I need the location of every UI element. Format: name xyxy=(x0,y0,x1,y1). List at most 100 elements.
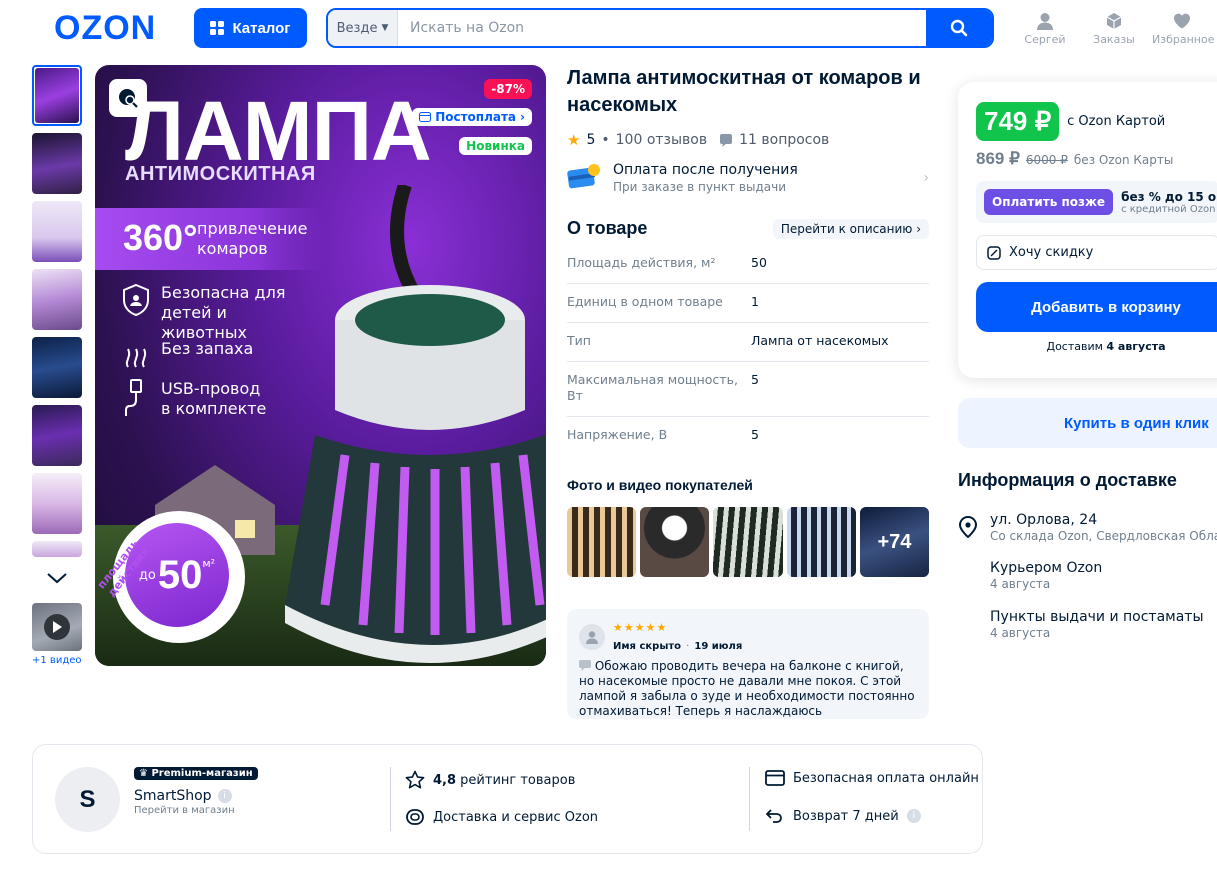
seller-rating: 4,8 рейтинг товаров xyxy=(405,770,575,790)
crown-icon: ♛ xyxy=(139,768,148,779)
reviews-link[interactable]: 100 отзывов xyxy=(616,132,707,148)
add-to-cart-button[interactable]: Добавить в корзину xyxy=(976,282,1217,332)
thumbnail[interactable] xyxy=(32,65,82,126)
seller-service: Доставка и сервис Ozon xyxy=(405,807,598,827)
price-with-card-label[interactable]: с Ozon Картой xyxy=(1067,114,1165,129)
buy-card: 749 ₽ с Ozon Картой 869 ₽ 6000 ₽ без Ozo… xyxy=(958,82,1217,378)
ugc-photo[interactable] xyxy=(567,507,637,577)
review-date: 19 июля xyxy=(694,641,743,652)
header-orders-label: Заказы xyxy=(1093,33,1135,46)
video-count[interactable]: +1 видео xyxy=(32,655,92,666)
spec-key: Площадь действия, м² xyxy=(567,255,716,270)
thumbnails-scroll-down[interactable] xyxy=(32,567,82,589)
seller-card: S ♛ Premium-магазин SmartShop i Перейти … xyxy=(32,744,983,854)
spec-value: 1 xyxy=(751,294,759,309)
thumbnail[interactable] xyxy=(32,473,82,534)
spec-row: Максимальная мощность, Вт 5 xyxy=(567,362,929,417)
spec-row: Тип Лампа от насекомых xyxy=(567,323,929,362)
pay-later-block: Оплатить позже без % до 15 окт с кредитн… xyxy=(976,181,1217,223)
info-icon[interactable]: i xyxy=(217,789,232,803)
steam-icon xyxy=(125,348,147,368)
catalog-button[interactable]: Каталог xyxy=(194,8,307,48)
info-icon[interactable]: i xyxy=(906,809,921,823)
seller-name[interactable]: SmartShop i xyxy=(134,788,232,804)
ugc-photo[interactable] xyxy=(786,507,856,577)
spec-row: Единиц в одном товаре 1 xyxy=(567,284,929,323)
review-text-content: Обожаю проводить вечера на балконе с кни… xyxy=(579,659,915,718)
thumbnail[interactable] xyxy=(32,269,82,330)
delivery-pickup[interactable]: Пункты выдачи и постаматы 4 августа xyxy=(990,609,1204,640)
postpay-badge[interactable]: Постоплата › xyxy=(412,108,532,126)
thumbnail[interactable] xyxy=(32,201,82,262)
heart-icon xyxy=(1174,13,1190,29)
search-input[interactable] xyxy=(398,10,926,46)
thumbnail-list: +1 видео xyxy=(32,65,84,666)
delivery-address[interactable]: ул. Орлова, 24 Со склада Ozon, Свердловс… xyxy=(990,512,1217,543)
go-to-store-link[interactable]: Перейти в магазин xyxy=(134,805,235,816)
seller-rating-label: рейтинг товаров xyxy=(460,772,576,788)
credit-card-icon xyxy=(765,770,785,786)
thumbnail[interactable] xyxy=(32,405,82,466)
pay-later-button[interactable]: Оплатить позже xyxy=(984,189,1114,215)
questions-link[interactable]: 11 вопросов xyxy=(739,132,829,148)
premium-badge: ♛ Premium-магазин xyxy=(134,767,258,780)
area-value: 50 xyxy=(157,552,203,597)
degree-text: привлечение комаров xyxy=(197,219,308,258)
delivery-courier[interactable]: Курьером Ozon 4 августа xyxy=(990,560,1102,591)
rating-value[interactable]: 5 xyxy=(586,132,595,148)
delivery-address-sub: Со склада Ozon, Свердловская Облас xyxy=(990,529,1217,543)
postpay-badge-label: Постоплата xyxy=(435,110,517,124)
chevron-down-icon xyxy=(47,573,67,584)
payment-title: Оплата после получения xyxy=(613,162,798,178)
video-thumbnail[interactable] xyxy=(32,603,82,651)
feature-usb-text: USB-провод в комплекте xyxy=(161,379,267,418)
spec-value: 5 xyxy=(751,427,759,442)
location-pin-icon xyxy=(958,516,978,538)
shield-icon xyxy=(123,283,149,317)
spec-list: Площадь действия, м² 50 Единиц в одном то… xyxy=(567,245,929,455)
return-policy: Возврат 7 дней i xyxy=(765,807,921,825)
about-header: О товаре Перейти к описанию › xyxy=(567,218,929,239)
user-icon xyxy=(1037,13,1053,30)
new-badge: Новинка xyxy=(459,137,532,155)
thumbnail[interactable] xyxy=(32,337,82,398)
spec-key: Напряжение, В xyxy=(567,427,668,442)
feature-safe-text: Безопасна для детей и животных xyxy=(161,283,286,342)
feature-usb: USB-провод в комплекте xyxy=(121,379,271,419)
ozon-logo[interactable]: OZON xyxy=(54,9,156,48)
review-card[interactable]: ★★★★★ Имя скрыто · 19 июля Обожаю провод… xyxy=(567,609,929,719)
go-to-description-link[interactable]: Перейти к описанию › xyxy=(772,218,929,239)
grid-icon xyxy=(210,21,225,35)
header-profile[interactable]: Сергей xyxy=(1015,12,1075,46)
chevron-right-icon: › xyxy=(923,170,929,186)
star-icon: ★ xyxy=(567,131,581,149)
thumbnail[interactable] xyxy=(32,541,82,557)
payment-after-delivery[interactable]: Оплата после получения При заказе в пунк… xyxy=(567,162,929,194)
ugc-photo[interactable] xyxy=(640,507,710,577)
catalog-label: Каталог xyxy=(232,19,291,37)
want-discount-button[interactable]: Хочу скидку xyxy=(976,235,1217,270)
delivery-address-text: ул. Орлова, 24 xyxy=(990,512,1098,528)
delivery-info-title: Информация о доставке xyxy=(958,470,1177,490)
box-icon xyxy=(1106,13,1122,29)
buy-one-click-button[interactable]: Купить в один клик xyxy=(958,398,1217,448)
search-scope-select[interactable]: Везде ▼ xyxy=(328,10,398,46)
spec-value: Лампа от насекомых xyxy=(751,333,889,348)
seller-service-text: Доставка и сервис Ozon xyxy=(433,809,599,825)
want-discount-label: Хочу скидку xyxy=(1009,245,1094,260)
seller-avatar[interactable]: S xyxy=(55,767,120,832)
main-product-image[interactable]: ЛАМПА АНТИМОСКИТНАЯ -87% Постоплата › Но… xyxy=(95,65,546,666)
secure-payment-text: Безопасная оплата онлайн xyxy=(793,770,979,786)
card-icon xyxy=(419,112,432,122)
thumbnail[interactable] xyxy=(32,133,82,194)
header-favorites[interactable]: Избранное xyxy=(1152,12,1214,46)
seller-name-text: SmartShop xyxy=(134,788,212,804)
header-orders[interactable]: Заказы xyxy=(1084,12,1144,46)
discount-badge: -87% xyxy=(484,79,532,99)
search-button[interactable] xyxy=(926,10,992,46)
ugc-photo[interactable] xyxy=(713,507,783,577)
ugc-photo-more[interactable]: +74 xyxy=(859,507,930,577)
review-author: Имя скрыто xyxy=(613,641,682,652)
return-arrow-icon xyxy=(765,809,782,823)
comment-icon xyxy=(579,660,591,671)
